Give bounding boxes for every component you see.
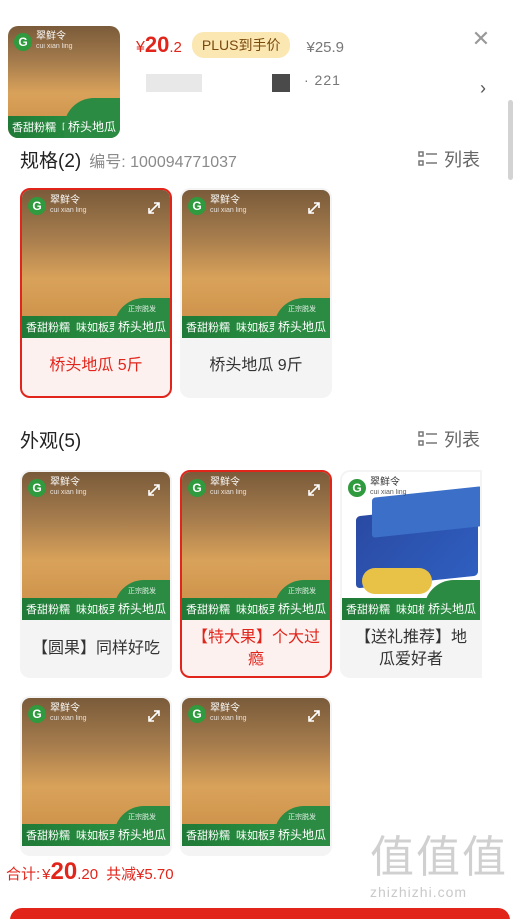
list-icon: [418, 151, 437, 166]
product-image: G 翠鲜令 cui xian ling 香甜粉糯 味如板栗 正宗脱发 桥头地瓜: [182, 190, 330, 338]
appearance-list-toggle[interactable]: 列表: [418, 426, 480, 452]
price-row: ¥ 20 .2 PLUS到手价 ¥25.9: [136, 32, 344, 60]
expand-icon[interactable]: [146, 708, 162, 724]
product-header: G 翠鲜令cui xian ling 香甜粉糯味如板栗 桥头地瓜 ¥ 20 .2…: [0, 0, 521, 150]
price-currency: ¥: [136, 39, 145, 56]
product-image: G 翠鲜令 cui xian ling 香甜粉糯 味如板栗 桥头地瓜: [342, 472, 480, 620]
appearance-option-5[interactable]: G 翠鲜令 cui xian ling 香甜粉糯 味如板栗 正宗脱发 桥头地瓜: [180, 696, 332, 856]
expand-icon[interactable]: [146, 200, 162, 216]
appearance-option-round[interactable]: G 翠鲜令 cui xian ling 香甜粉糯 味如板栗 正宗脱发 桥头地瓜 【圆果】…: [20, 470, 172, 678]
product-image: G 翠鲜令 cui xian ling 香甜粉糯 味如板栗 正宗脱发 桥头地瓜: [22, 698, 170, 846]
total-label: 合计:: [6, 866, 41, 883]
appearance-section-title: 外观(5): [20, 431, 82, 452]
spec-option-label: 桥头地瓜 5斤: [49, 357, 143, 374]
price-decimal: .2: [169, 39, 182, 56]
product-image: G 翠鲜令 cui xian ling 香甜粉糯 味如板栗 正宗脱发 桥头地瓜: [22, 472, 170, 620]
list-icon: [418, 431, 437, 446]
appearance-option-large[interactable]: G 翠鲜令 cui xian ling 香甜粉糯 味如板栗 正宗脱发 桥头地瓜 【特大果…: [180, 470, 332, 678]
spec-option-9jin[interactable]: G 翠鲜令 cui xian ling 香甜粉糯 味如板栗 正宗脱发 桥头地瓜 桥头地瓜…: [180, 188, 332, 398]
spec-option-5jin[interactable]: G 翠鲜令 cui xian ling 香甜粉糯 味如板栗 正宗脱发 桥头地瓜 桥头地瓜…: [20, 188, 172, 398]
expand-icon[interactable]: [306, 200, 322, 216]
product-image: G 翠鲜令 cui xian ling 香甜粉糯 味如板栗 正宗脱发 桥头地瓜: [22, 190, 170, 338]
spec-option-label: 桥头地瓜 9斤: [209, 357, 303, 374]
masked-info-text: · 221: [304, 72, 341, 88]
total-currency: ¥: [42, 866, 51, 883]
discount-total: 共减¥5.70: [106, 866, 174, 883]
product-thumbnail: G 翠鲜令cui xian ling 香甜粉糯味如板栗 桥头地瓜: [8, 26, 120, 138]
confirm-button[interactable]: [10, 908, 510, 919]
expand-icon[interactable]: [306, 482, 322, 498]
masked-info-block: [146, 74, 202, 92]
appearance-option-gift[interactable]: G 翠鲜令 cui xian ling 香甜粉糯 味如板栗 桥头地瓜 【送礼推荐】地瓜…: [340, 470, 482, 678]
close-icon[interactable]: ✕: [470, 28, 492, 50]
appearance-option-label: 【圆果】同样好吃: [31, 640, 160, 657]
original-price: ¥25.9: [306, 39, 345, 56]
spec-section-title: 规格(2) 编号: 100094771037: [20, 151, 237, 172]
total-decimal: .20: [77, 866, 99, 883]
scrollbar[interactable]: [508, 100, 513, 180]
appearance-option-label: 【特大果】个大过瘾: [191, 629, 320, 668]
sku-number: 编号: 100094771037: [89, 154, 237, 171]
watermark: 值值值 zhizhizhi.com: [370, 833, 508, 901]
product-image: G 翠鲜令 cui xian ling 香甜粉糯 味如板栗 正宗脱发 桥头地瓜: [182, 472, 330, 620]
masked-info-block: [272, 74, 290, 92]
spec-list-toggle[interactable]: 列表: [418, 146, 480, 172]
appearance-option-4[interactable]: G 翠鲜令 cui xian ling 香甜粉糯 味如板栗 正宗脱发 桥头地瓜: [20, 696, 172, 856]
expand-icon[interactable]: [306, 708, 322, 724]
plus-price-badge: PLUS到手价: [191, 32, 291, 58]
price-integer: 20: [144, 32, 170, 57]
total-integer: 20: [50, 858, 78, 885]
appearance-option-label: 【送礼推荐】地瓜爱好者: [354, 629, 467, 668]
expand-icon[interactable]: [146, 482, 162, 498]
chevron-right-icon[interactable]: ›: [480, 78, 486, 99]
product-image: G 翠鲜令 cui xian ling 香甜粉糯 味如板栗 正宗脱发 桥头地瓜: [182, 698, 330, 846]
brand-logo: G 翠鲜令 cui xian ling: [14, 32, 73, 52]
